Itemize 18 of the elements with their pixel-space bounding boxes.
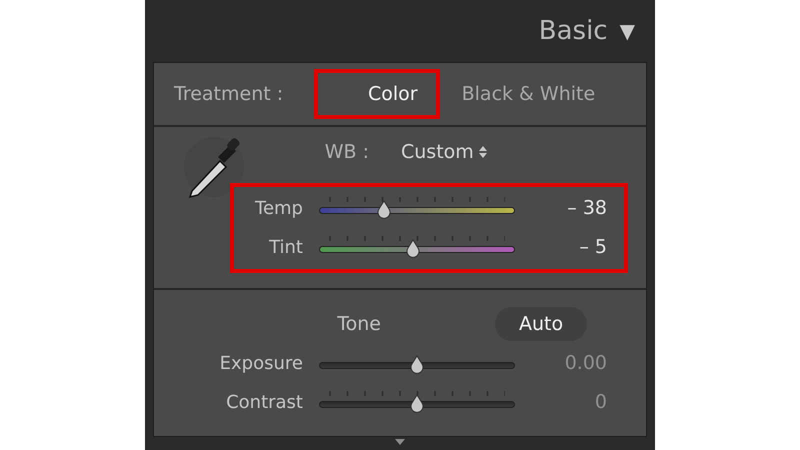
slider-label: Exposure — [218, 352, 304, 376]
eyedropper-icon[interactable] — [182, 135, 246, 199]
treatment-option[interactable]: Black & White — [440, 69, 618, 119]
wb-label: WB : — [324, 140, 370, 165]
treatment-option[interactable]: Color — [314, 69, 440, 119]
stepper-icon — [478, 145, 488, 159]
slider-label: Tint — [268, 236, 304, 260]
slider-label: Contrast — [225, 391, 304, 415]
tone-label: Tone — [336, 312, 382, 337]
slider-label: Temp — [254, 197, 304, 221]
slider-value: 0.00 — [564, 351, 607, 376]
slider-value: – 5 — [578, 235, 607, 260]
auto-button[interactable]: Auto — [495, 307, 588, 341]
wb-dropdown[interactable]: Custom — [401, 138, 488, 166]
treatment-label: Treatment : — [174, 82, 284, 107]
slider-value: – 38 — [566, 196, 607, 222]
panel-title: Basic — [538, 14, 608, 48]
slider-value: 0 — [594, 390, 607, 416]
